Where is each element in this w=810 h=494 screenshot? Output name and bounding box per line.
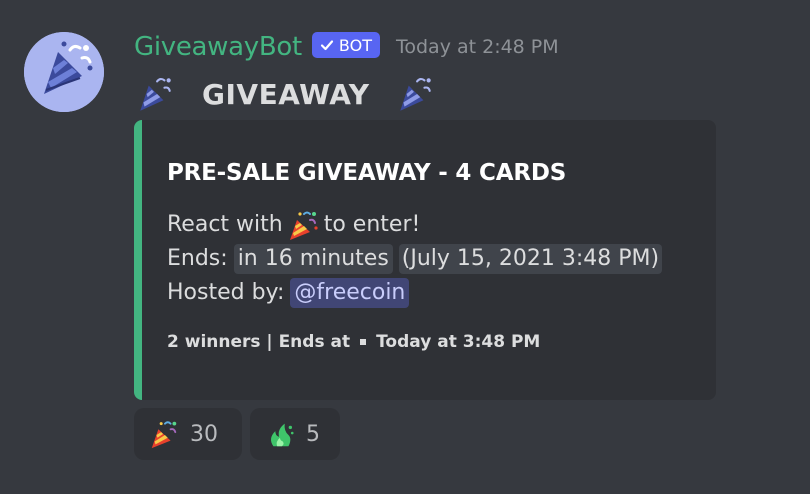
reaction-count: 30 [190,421,218,447]
hosted-label: Hosted by: [167,280,285,305]
party-popper-icon [289,211,318,240]
reactions-bar: 30 5 [134,408,340,460]
ends-absolute-value: July 15, 2021 3:48 PM [410,246,651,271]
message: GiveawayBot BOT Today at 2:48 PM GIVEAWA… [0,0,810,494]
green-flame-icon [270,423,294,447]
reaction-count: 5 [306,421,320,447]
bot-tag-label: BOT [338,35,372,55]
username[interactable]: GiveawayBot [134,32,302,62]
bot-tag: BOT [311,32,380,58]
react-suffix: to enter! [323,212,421,237]
party-popper-icon [151,421,177,449]
ends-relative-time[interactable]: in 16 minutes [233,244,393,274]
embed-accent-bar [134,120,142,400]
footer-left: 2 winners | Ends at [167,332,351,352]
ends-absolute-time[interactable]: (July 15, 2021 3:48 PM) [398,244,663,274]
embed-footer: 2 winners | Ends at Today at 3:48 PM [167,332,696,352]
react-line: React with to enter! [167,208,696,242]
message-header: GiveawayBot BOT Today at 2:48 PM [134,30,559,64]
footer-right: Today at 3:48 PM [376,332,541,352]
timestamp[interactable]: Today at 2:48 PM [396,36,559,58]
hosted-line: Hosted by: @freecoin [167,276,696,310]
giveaway-embed: PRE-SALE GIVEAWAY - 4 CARDS React with t… [134,120,716,400]
react-prefix: React with [167,212,283,237]
embed-description: React with to enter! Ends: in 16 minutes… [167,208,696,310]
checkmark-icon [320,40,334,51]
embed-heading: PRE-SALE GIVEAWAY - 4 CARDS [167,160,567,186]
avatar[interactable] [24,32,104,112]
giveaway-title: GIVEAWAY [202,77,370,111]
footer-separator-dot [360,339,367,345]
reaction-green-flame[interactable]: 5 [250,408,340,460]
ends-label: Ends: [167,246,228,271]
party-popper-icon [140,77,171,111]
host-mention[interactable]: @freecoin [290,278,410,308]
party-popper-icon [399,77,431,111]
ends-line: Ends: in 16 minutes (July 15, 2021 3:48 … [167,242,696,276]
party-popper-icon [24,32,104,112]
reaction-party-popper[interactable]: 30 [134,408,242,460]
message-content: GIVEAWAY [134,72,436,116]
